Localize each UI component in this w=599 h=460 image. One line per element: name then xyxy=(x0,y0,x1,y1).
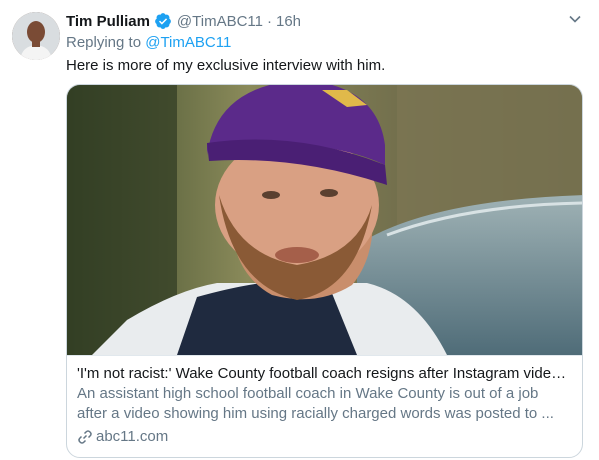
tweet[interactable]: Tim Pulliam @TimABC11 · 16h Replying to … xyxy=(0,0,599,460)
replying-to-line: Replying to @TimABC11 xyxy=(66,32,587,54)
tweet-content: Tim Pulliam @TimABC11 · 16h Replying to … xyxy=(66,10,587,79)
avatar[interactable] xyxy=(12,12,60,60)
verified-badge-icon xyxy=(154,12,172,30)
card-domain[interactable]: abc11.com xyxy=(77,427,572,447)
replying-prefix: Replying to xyxy=(66,34,142,51)
card-description: An assistant high school football coach … xyxy=(77,385,554,422)
tweet-header: Tim Pulliam @TimABC11 · 16h xyxy=(66,10,587,32)
card-body: 'I'm not racist:' Wake County football c… xyxy=(67,355,582,447)
author-name[interactable]: Tim Pulliam xyxy=(66,13,150,30)
avatar-image xyxy=(12,12,60,60)
chevron-down-icon[interactable] xyxy=(565,11,585,31)
card-domain-text: abc11.com xyxy=(96,428,169,445)
separator-dot: · xyxy=(267,12,272,30)
replying-to-link[interactable]: @TimABC11 xyxy=(145,34,231,51)
card-title[interactable]: 'I'm not racist:' Wake County football c… xyxy=(77,364,572,384)
author-handle[interactable]: @TimABC11 xyxy=(177,13,263,30)
link-icon xyxy=(77,429,93,445)
link-card[interactable]: 'I'm not racist:' Wake County football c… xyxy=(66,84,583,458)
tweet-text: Here is more of my exclusive interview w… xyxy=(66,57,386,74)
card-image xyxy=(67,85,582,355)
timestamp[interactable]: 16h xyxy=(276,13,301,30)
